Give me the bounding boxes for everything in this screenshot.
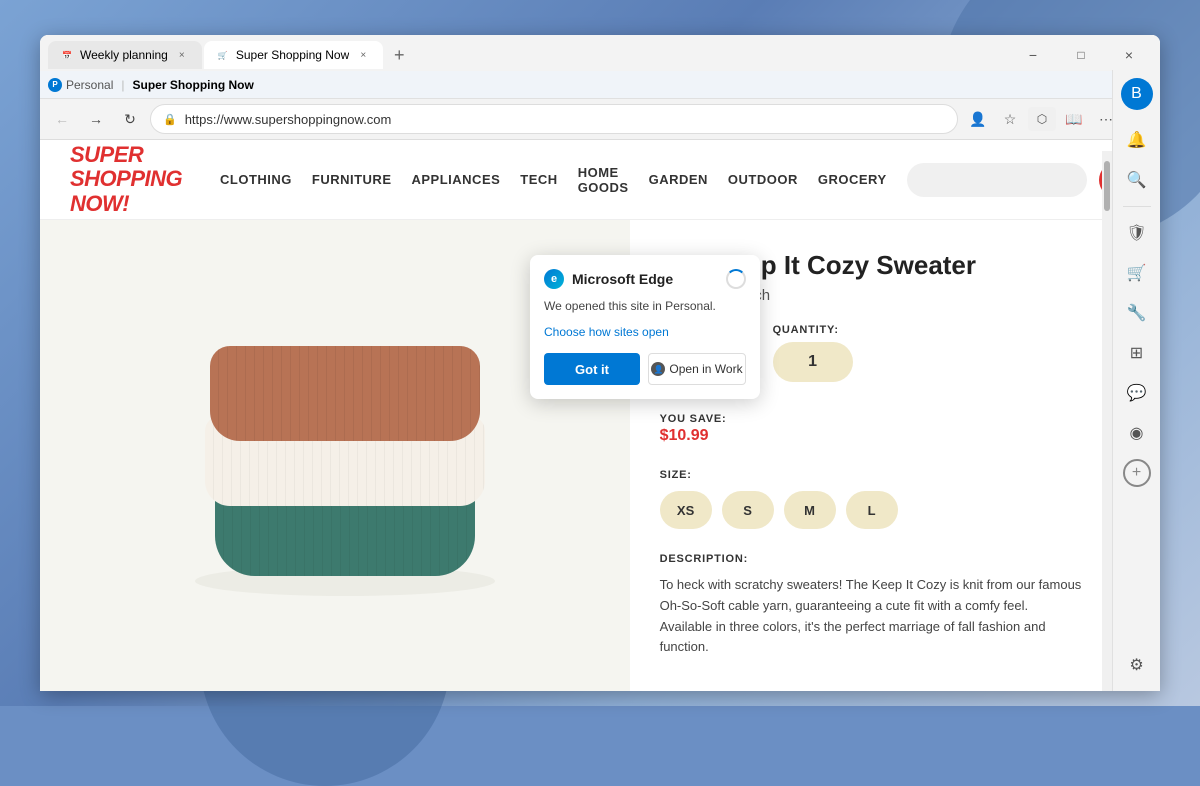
tab-favicon-shopping: 🛒	[216, 48, 230, 62]
browser-sidebar: B 🔔 🔍 🛡 🛒 🔧 ⊞ 💬 ◉ + ⚙	[1112, 70, 1160, 691]
favorites-sidebar-icon[interactable]: 🔔	[1119, 122, 1155, 158]
browser-chrome: 📅 Weekly planning × 🛒 Super Shopping Now…	[40, 35, 1160, 140]
got-it-button[interactable]: Got it	[544, 353, 640, 385]
profile-label: Personal	[66, 78, 113, 92]
sweater-brown	[210, 346, 480, 441]
open-in-work-label: Open in Work	[669, 362, 742, 376]
sweater-image	[165, 296, 505, 616]
sidebar-separator	[1123, 206, 1151, 207]
nav-clothing[interactable]: CLOTHING	[220, 172, 292, 187]
site-title: Super Shopping Now	[133, 78, 254, 92]
qty-block: QUANTITY: 1	[773, 324, 853, 389]
browser-content: Super Shopping Now! CLOTHING FURNITURE A…	[40, 140, 1112, 691]
nav-garden[interactable]: GARDEN	[649, 172, 708, 187]
size-options: XS S M L	[660, 491, 1082, 529]
browser-window: 📅 Weekly planning × 🛒 Super Shopping Now…	[40, 35, 1160, 691]
size-s[interactable]: S	[722, 491, 774, 529]
popup-body-text: We opened this site in Personal.	[544, 299, 746, 313]
profile-icon[interactable]: 👤	[964, 105, 992, 133]
tab-weekly-planning[interactable]: 📅 Weekly planning ×	[48, 41, 202, 69]
save-amount: $10.99	[660, 427, 1082, 445]
browser-extension-icon[interactable]: ⬡	[1028, 107, 1056, 131]
minimize-button[interactable]: −	[1010, 41, 1056, 69]
scrollbar-thumb[interactable]	[1104, 161, 1110, 211]
messenger-sidebar-icon[interactable]: 💬	[1119, 375, 1155, 411]
nav-grocery[interactable]: GROCERY	[818, 172, 887, 187]
favorite-star-icon[interactable]: ☆	[996, 105, 1024, 133]
refresh-button[interactable]: ↻	[116, 105, 144, 133]
maximize-button[interactable]: □	[1058, 41, 1104, 69]
address-bar[interactable]: 🔒 https://www.supershoppingnow.com	[150, 104, 958, 134]
quantity-value: 1	[808, 353, 817, 371]
size-l[interactable]: L	[846, 491, 898, 529]
you-save-label: YOU SAVE:	[660, 413, 727, 425]
tab-label-shopping: Super Shopping Now	[236, 48, 349, 62]
search-bar[interactable]	[907, 163, 1087, 197]
lock-icon: 🔒	[163, 113, 177, 126]
shop-header-right: 🛒 ≡	[907, 162, 1112, 198]
description-label: DESCRIPTION:	[660, 553, 748, 565]
profile-dot: P	[48, 78, 62, 92]
profile-sidebar-icon[interactable]: 🛡	[1119, 215, 1155, 251]
tab-label-weekly: Weekly planning	[80, 48, 168, 62]
tab-close-weekly[interactable]: ×	[174, 47, 190, 63]
description-section: DESCRIPTION: To heck with scratchy sweat…	[660, 549, 1082, 658]
work-profile-icon: 👤	[651, 362, 665, 376]
profile-bar: P Personal | Super Shopping Now ×	[40, 71, 1160, 99]
new-tab-button[interactable]: +	[385, 41, 413, 69]
forward-button[interactable]: →	[82, 105, 110, 133]
close-button[interactable]: ×	[1106, 41, 1152, 69]
save-row: YOU SAVE: $10.99	[660, 409, 1082, 445]
edge-popup: e Microsoft Edge We opened this site in …	[530, 255, 760, 399]
tab-close-shopping[interactable]: ×	[355, 47, 371, 63]
collections-sidebar-icon[interactable]: ⊞	[1119, 335, 1155, 371]
nav-outdoor[interactable]: OUTDOOR	[728, 172, 798, 187]
bing-copilot-sidebar-icon[interactable]: B	[1121, 78, 1153, 110]
popup-header-left: e Microsoft Edge	[544, 269, 673, 289]
popup-title: Microsoft Edge	[572, 271, 673, 287]
discover-sidebar-icon[interactable]: ◉	[1119, 415, 1155, 451]
shopping-sidebar-icon[interactable]: 🛒	[1119, 255, 1155, 291]
nav-home-goods[interactable]: HOME GOODS	[578, 165, 629, 195]
shop-header: Super Shopping Now! CLOTHING FURNITURE A…	[40, 140, 1112, 220]
history-sidebar-icon[interactable]: 🔍	[1119, 162, 1155, 198]
popup-buttons: Got it 👤 Open in Work	[544, 353, 746, 385]
size-label: SIZE:	[660, 469, 692, 481]
add-sidebar-icon[interactable]: +	[1123, 459, 1151, 487]
nav-appliances[interactable]: APPLIANCES	[412, 172, 501, 187]
popup-link[interactable]: Choose how sites open	[544, 325, 669, 339]
size-m[interactable]: M	[784, 491, 836, 529]
nav-tech[interactable]: TECH	[520, 172, 557, 187]
tab-super-shopping[interactable]: 🛒 Super Shopping Now ×	[204, 41, 383, 69]
tab-favicon-weekly: 📅	[60, 48, 74, 62]
quantity-label: QUANTITY:	[773, 324, 853, 336]
back-button[interactable]: ←	[48, 105, 76, 133]
size-xs[interactable]: XS	[660, 491, 712, 529]
address-bar-row: ← → ↻ 🔒 https://www.supershoppingnow.com…	[40, 99, 1160, 139]
url-text: https://www.supershoppingnow.com	[185, 112, 392, 127]
shop-nav: CLOTHING FURNITURE APPLIANCES TECH HOME …	[220, 165, 887, 195]
quantity-selector[interactable]: 1	[773, 342, 853, 382]
vertical-scrollbar[interactable]	[1102, 151, 1112, 691]
open-in-work-button[interactable]: 👤 Open in Work	[648, 353, 746, 385]
website: Super Shopping Now! CLOTHING FURNITURE A…	[40, 140, 1112, 691]
profile-indicator[interactable]: P Personal	[48, 78, 113, 92]
size-row: SIZE: XS S M L	[660, 465, 1082, 529]
reading-list-icon[interactable]: 📖	[1060, 105, 1088, 133]
shop-logo: Super Shopping Now!	[70, 143, 200, 216]
sidebar-settings-icon[interactable]: ⚙	[1119, 647, 1155, 683]
description-text: To heck with scratchy sweaters! The Keep…	[660, 575, 1082, 658]
edge-logo-icon: e	[544, 269, 564, 289]
tools-sidebar-icon[interactable]: 🔧	[1119, 295, 1155, 331]
popup-header: e Microsoft Edge	[544, 269, 746, 289]
popup-loading-spinner	[726, 269, 746, 289]
nav-furniture[interactable]: FURNITURE	[312, 172, 392, 187]
